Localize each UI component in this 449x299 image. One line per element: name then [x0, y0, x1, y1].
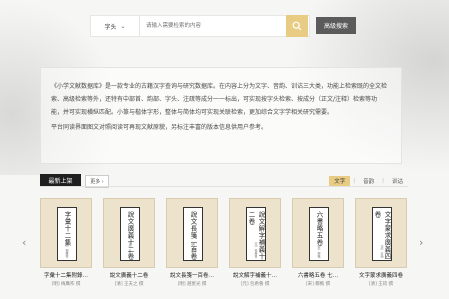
- search-scope-select[interactable]: 字头 ⌄: [91, 16, 140, 36]
- search-button[interactable]: [286, 15, 308, 37]
- cover-label: 說文長箋一百卷 （明）趙宧光: [183, 207, 203, 261]
- book-cover: 說文廣義十二卷 （清）王夫之: [103, 198, 155, 268]
- book-card[interactable]: 說文解字補義十二卷 （元）包希魯 說文解字補義十… [元] 包希魯 撰: [229, 198, 281, 292]
- cover-author: （清）王夫之: [128, 240, 132, 258]
- intro-paragraph-2: 平台同读界面图文对照阅读可再现文献原貌，另标注丰富的版本信息供用户参考。: [51, 124, 268, 131]
- book-title[interactable]: 六書略五卷 七…: [284, 271, 352, 279]
- search-bar: 字头 ⌄: [90, 15, 310, 37]
- chevron-down-icon: ⌄: [120, 22, 126, 30]
- book-title[interactable]: 文字蒙求廣義四卷: [347, 271, 415, 279]
- book-title[interactable]: 說文解字補義十…: [221, 271, 289, 279]
- book-title[interactable]: 字彙十二集附錄…: [32, 271, 100, 279]
- intro-panel: 《小学文献数据库》是一款专业的古籍汉字查询与研究数据库。在内容上分为文字、音韵、…: [40, 67, 402, 164]
- book-card[interactable]: 說文長箋一百卷 （明）趙宧光 說文長箋一百卷… [明] 趙宧光 撰: [166, 198, 218, 292]
- book-cover: 文字蒙求廣義四卷 （清）王筠: [355, 198, 407, 268]
- more-label: 更多: [90, 179, 101, 185]
- book-author: [明] 梅膺祚 撰: [51, 282, 81, 287]
- filter-tab-wenzi[interactable]: 文字: [329, 175, 351, 186]
- filter-separator: |: [382, 177, 384, 184]
- search-icon: [292, 21, 302, 31]
- carousel-next-icon[interactable]: ›: [419, 236, 423, 249]
- cover-title: 六書略五卷: [315, 211, 323, 246]
- cover-label: 說文廣義十二卷 （清）王夫之: [120, 207, 140, 261]
- cover-author: （宋）鄭樵: [317, 243, 321, 258]
- filter-tab-xungu[interactable]: 训诂: [387, 176, 408, 186]
- book-title[interactable]: 說文廣義十二卷: [95, 271, 163, 279]
- category-filters: 文字 | 音韵 | 训诂: [329, 175, 408, 186]
- book-title[interactable]: 說文長箋一百卷…: [158, 271, 226, 279]
- search-input[interactable]: [140, 16, 309, 36]
- search-scope-label: 字头: [104, 23, 117, 31]
- intro-paragraph-1: 《小学文献数据库》是一款专业的古籍汉字查询与研究数据库。在内容上分为文字、音韵、…: [51, 83, 388, 116]
- cover-label: 文字蒙求廣義四卷 （清）王筠: [372, 207, 392, 261]
- book-author: [宋] 鄭樵 撰: [305, 282, 331, 287]
- book-card[interactable]: 字彙十二集 （明）梅膺祚 字彙十二集附錄… [明] 梅膺祚 撰: [40, 198, 92, 292]
- carousel-prev-icon[interactable]: ‹: [22, 236, 26, 249]
- book-card[interactable]: 說文廣義十二卷 （清）王夫之 說文廣義十二卷 [清] 王夫之 撰: [103, 198, 155, 292]
- cover-author: （清）王筠: [380, 243, 384, 258]
- book-author: [明] 趙宧光 撰: [177, 282, 207, 287]
- book-cover: 說文解字補義十二卷 （元）包希魯: [229, 198, 281, 268]
- filter-separator: |: [353, 177, 356, 184]
- advanced-search-button[interactable]: 高级搜索: [316, 17, 356, 34]
- cover-label: 六書略五卷 （宋）鄭樵: [309, 207, 329, 261]
- cover-author: （明）梅膺祚: [65, 240, 69, 258]
- book-cover: 六書略五卷 （宋）鄭樵: [292, 198, 344, 268]
- book-card[interactable]: 文字蒙求廣義四卷 （清）王筠 文字蒙求廣義四卷 [清] 王筠 撰: [355, 198, 407, 292]
- new-books-header: 最新上架 更多 › 文字 | 音韵 | 训诂: [40, 174, 408, 188]
- cover-label: 說文解字補義十二卷 （元）包希魯: [246, 207, 266, 261]
- book-author: [元] 包希魯 撰: [240, 282, 270, 287]
- filter-tab-yinyun[interactable]: 音韵: [358, 176, 379, 186]
- book-author: [清] 王夫之 撰: [114, 282, 144, 287]
- cover-author: （明）趙宧光: [191, 240, 195, 258]
- book-author: [清] 王筠 撰: [368, 282, 394, 287]
- book-cover: 說文長箋一百卷 （明）趙宧光: [166, 198, 218, 268]
- cover-author: （元）包希魯: [254, 240, 258, 258]
- book-card[interactable]: 六書略五卷 （宋）鄭樵 六書略五卷 七… [宋] 鄭樵 撰: [292, 198, 344, 292]
- chevron-right-icon: ›: [100, 178, 104, 185]
- divider: [40, 186, 408, 187]
- book-cover: 字彙十二集 （明）梅膺祚: [40, 198, 92, 268]
- cover-label: 字彙十二集 （明）梅膺祚: [57, 207, 77, 261]
